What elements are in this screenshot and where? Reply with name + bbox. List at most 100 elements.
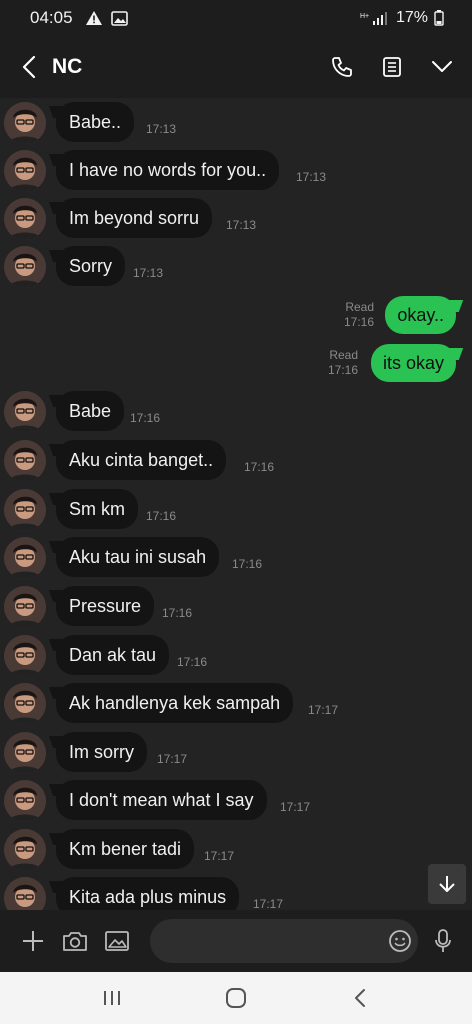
emoji-icon bbox=[389, 930, 411, 952]
message-bubble[interactable]: Sorry bbox=[56, 246, 126, 286]
message-row: Im sorry 17:17 bbox=[0, 730, 472, 774]
chat-title[interactable]: NC bbox=[52, 55, 82, 79]
avatar[interactable] bbox=[4, 683, 46, 725]
status-time: 04:05 bbox=[30, 8, 73, 27]
voice-button[interactable] bbox=[428, 924, 458, 958]
read-receipt: Read bbox=[329, 348, 358, 362]
message-row: Pressure 17:16 bbox=[0, 584, 472, 628]
plus-icon bbox=[23, 931, 43, 951]
message-row: Dan ak tau 17:16 bbox=[0, 633, 472, 677]
status-bar: 04:05 H+ 17% bbox=[0, 0, 472, 36]
notes-icon bbox=[383, 57, 401, 77]
menu-toggle-button[interactable] bbox=[428, 47, 456, 87]
message-time: 17:16 bbox=[343, 315, 374, 329]
message-row: Sm km 17:16 bbox=[0, 487, 472, 531]
message-row-outgoing: Read 17:16 its okay bbox=[0, 342, 472, 386]
alert-icon bbox=[85, 11, 102, 25]
scroll-to-bottom-button[interactable] bbox=[428, 864, 466, 904]
battery-icon bbox=[434, 10, 444, 26]
message-bubble[interactable]: Babe.. bbox=[56, 102, 135, 142]
message-time: 17:16 bbox=[146, 509, 177, 523]
message-time: 17:13 bbox=[146, 122, 177, 136]
message-bubble-outgoing[interactable]: its okay bbox=[370, 344, 456, 382]
call-button[interactable] bbox=[328, 47, 356, 87]
system-nav-bar bbox=[0, 972, 472, 1024]
avatar[interactable] bbox=[4, 635, 46, 677]
back-nav-icon bbox=[355, 989, 365, 1007]
message-time: 17:17 bbox=[280, 800, 311, 814]
message-time: 17:17 bbox=[204, 849, 235, 863]
avatar[interactable] bbox=[4, 150, 46, 192]
recents-button[interactable] bbox=[90, 976, 134, 1020]
message-bubble[interactable]: Babe bbox=[56, 391, 125, 431]
message-bubble[interactable]: Kita ada plus minus bbox=[56, 877, 240, 910]
message-bubble[interactable]: I don't mean what I say bbox=[56, 780, 267, 820]
message-input[interactable] bbox=[150, 919, 418, 963]
message-time: 17:13 bbox=[133, 266, 164, 280]
image-icon bbox=[110, 10, 128, 26]
camera-icon bbox=[63, 932, 87, 951]
arrow-down-icon bbox=[439, 876, 455, 892]
message-bubble[interactable]: I have no words for you.. bbox=[56, 150, 280, 190]
message-time: 17:16 bbox=[162, 606, 193, 620]
message-row: I don't mean what I say 17:17 bbox=[0, 778, 472, 822]
emoji-button[interactable] bbox=[384, 924, 416, 958]
message-time: 17:16 bbox=[130, 411, 161, 425]
message-row: I have no words for you.. 17:13 bbox=[0, 148, 472, 192]
back-icon bbox=[22, 55, 36, 79]
message-time: 17:16 bbox=[327, 363, 358, 377]
message-bubble[interactable]: Aku tau ini susah bbox=[56, 537, 220, 577]
message-time: 17:17 bbox=[308, 703, 339, 717]
message-row: Sorry 17:13 bbox=[0, 244, 472, 288]
notes-button[interactable] bbox=[378, 47, 406, 87]
message-time: 17:16 bbox=[232, 557, 263, 571]
chat-header: NC bbox=[0, 36, 472, 98]
home-button[interactable] bbox=[214, 976, 258, 1020]
message-list[interactable]: Babe.. 17:13 I have no words for you.. 1… bbox=[0, 98, 472, 910]
avatar[interactable] bbox=[4, 877, 46, 910]
avatar[interactable] bbox=[4, 440, 46, 482]
message-row: Babe.. 17:13 bbox=[0, 100, 472, 144]
avatar[interactable] bbox=[4, 198, 46, 240]
message-row-outgoing: Read 17:16 okay.. bbox=[0, 294, 472, 338]
avatar[interactable] bbox=[4, 391, 46, 433]
home-icon bbox=[226, 988, 246, 1008]
message-row: Im beyond sorru 17:13 bbox=[0, 196, 472, 240]
message-row: Aku tau ini susah 17:16 bbox=[0, 535, 472, 579]
camera-button[interactable] bbox=[60, 924, 90, 958]
message-bubble[interactable]: Aku cinta banget.. bbox=[56, 440, 227, 480]
message-bubble-outgoing[interactable]: okay.. bbox=[385, 296, 456, 334]
read-receipt: Read bbox=[345, 300, 374, 314]
avatar[interactable] bbox=[4, 489, 46, 531]
back-button[interactable] bbox=[16, 47, 42, 87]
message-row: Ak handlenya kek sampah 17:17 bbox=[0, 681, 472, 725]
message-time: 17:13 bbox=[226, 218, 257, 232]
message-bubble[interactable]: Im sorry bbox=[56, 732, 147, 772]
signal-icon: H+ bbox=[360, 11, 387, 25]
message-row: Babe 17:16 bbox=[0, 389, 472, 433]
message-bubble[interactable]: Ak handlenya kek sampah bbox=[56, 683, 294, 723]
message-bubble[interactable]: Km bener tadi bbox=[56, 829, 195, 869]
message-time: 17:13 bbox=[296, 170, 327, 184]
phone-icon bbox=[332, 57, 352, 77]
avatar[interactable] bbox=[4, 829, 46, 871]
avatar[interactable] bbox=[4, 586, 46, 628]
avatar[interactable] bbox=[4, 246, 46, 288]
avatar[interactable] bbox=[4, 780, 46, 822]
chevron-down-icon bbox=[432, 61, 452, 72]
gallery-icon bbox=[105, 931, 129, 951]
system-back-button[interactable] bbox=[338, 976, 382, 1020]
message-bubble[interactable]: Im beyond sorru bbox=[56, 198, 213, 238]
avatar[interactable] bbox=[4, 537, 46, 579]
avatar[interactable] bbox=[4, 732, 46, 774]
gallery-button[interactable] bbox=[102, 924, 132, 958]
message-time: 17:17 bbox=[253, 897, 284, 910]
message-row: Kita ada plus minus 17:17 bbox=[0, 875, 472, 910]
message-bubble[interactable]: Pressure bbox=[56, 586, 155, 626]
message-bubble[interactable]: Sm km bbox=[56, 489, 138, 529]
svg-text:H+: H+ bbox=[360, 13, 369, 20]
message-row: Km bener tadi 17:17 bbox=[0, 827, 472, 871]
avatar[interactable] bbox=[4, 102, 46, 144]
message-bubble[interactable]: Dan ak tau bbox=[56, 635, 170, 675]
attach-button[interactable] bbox=[18, 924, 48, 958]
